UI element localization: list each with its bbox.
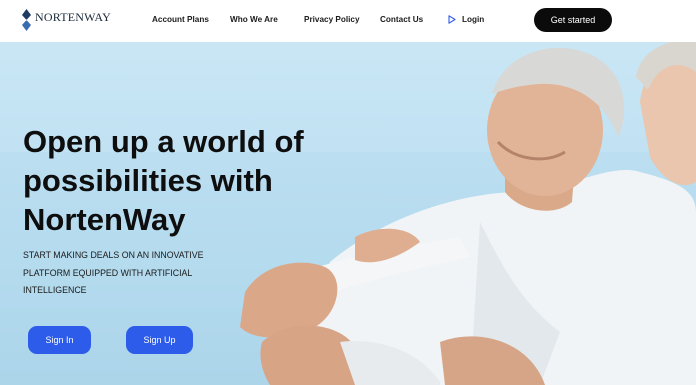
hero-headline: Open up a world of possibilities with No… (23, 124, 304, 237)
nav-link-who-we-are[interactable]: Who We Are (230, 15, 278, 24)
sign-in-button[interactable]: Sign In (28, 326, 91, 354)
sign-up-button[interactable]: Sign Up (126, 326, 193, 354)
play-triangle-icon (448, 15, 456, 24)
hero-subtext: START MAKING DEALS ON AN INNOVATIVE PLAT… (23, 250, 204, 295)
login-link[interactable]: Login (448, 15, 484, 24)
get-started-button[interactable]: Get started (534, 8, 612, 32)
login-label: Login (462, 15, 485, 24)
hero-section: Open up a world of possibilities with No… (0, 42, 696, 385)
nav-link-account-plans[interactable]: Account Plans (152, 15, 209, 24)
nav-link-privacy-policy[interactable]: Privacy Policy (304, 15, 360, 24)
nav-link-contact-us[interactable]: Contact Us (380, 15, 423, 24)
top-navigation-bar: NORTENWAY Account Plans Who We Are Priva… (0, 0, 696, 42)
